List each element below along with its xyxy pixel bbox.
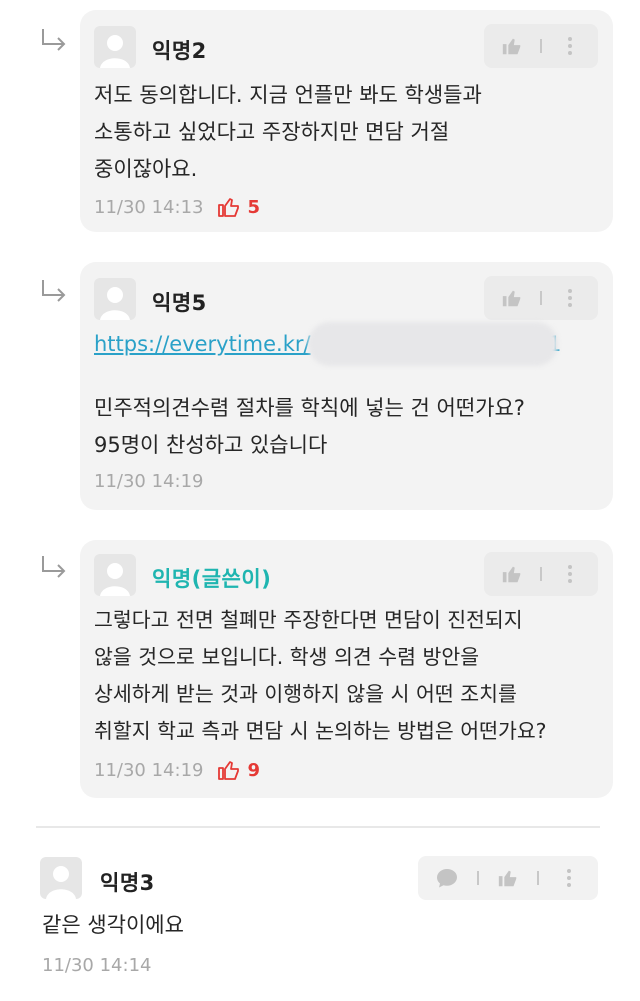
avatar xyxy=(94,26,136,68)
like-count-value: 9 xyxy=(247,759,260,781)
redaction-blur xyxy=(308,322,558,366)
actions-separator xyxy=(540,39,542,53)
comment-text: 그렇다고 전면 철폐만 주장한다면 면담이 진전되지 않을 것으로 보입니다. … xyxy=(94,608,547,743)
reply-arrow-icon xyxy=(42,556,66,578)
reply-arrow-icon xyxy=(42,280,66,302)
comment-author: 익명5 xyxy=(152,291,207,315)
more-vertical-icon[interactable] xyxy=(556,865,582,891)
thumbs-up-icon[interactable] xyxy=(499,33,525,59)
avatar xyxy=(40,857,82,899)
default-avatar-icon xyxy=(46,866,76,899)
comment-author: 익명2 xyxy=(152,39,207,63)
actions-separator xyxy=(540,567,542,581)
avatar xyxy=(94,278,136,320)
comment-timestamp: 11/30 14:14 xyxy=(42,955,152,976)
comment-link[interactable]: https://everytime.kr/ xyxy=(94,332,311,356)
comment-actions xyxy=(484,552,598,596)
comment-meta: 11/30 14:19 9 xyxy=(94,758,260,782)
comment-actions xyxy=(484,276,598,320)
comment-meta: 11/30 14:13 5 xyxy=(94,195,260,219)
actions-separator xyxy=(476,871,479,885)
more-vertical-icon[interactable] xyxy=(557,33,583,59)
comment-divider xyxy=(36,826,600,828)
comment-timestamp: 11/30 14:13 xyxy=(94,196,204,218)
actions-separator xyxy=(537,871,540,885)
comment-card: 익명5 https://everytime.kr/ 1 민주적의견수렴 절차를 … xyxy=(80,262,613,510)
default-avatar-icon xyxy=(100,287,130,320)
comment-actions xyxy=(418,856,598,900)
actions-separator xyxy=(540,291,542,305)
comment-meta: 11/30 14:19 xyxy=(94,471,203,492)
default-avatar-icon xyxy=(100,563,130,596)
like-count: 5 xyxy=(217,195,260,219)
thumbs-up-outline-icon xyxy=(218,198,240,217)
thumbs-up-icon[interactable] xyxy=(495,865,521,891)
comment-card: 익명2 저도 동의합니다. 지금 언플만 봐도 학생들과 소통하고 싶었다고 주… xyxy=(80,10,613,232)
like-count: 9 xyxy=(217,758,260,782)
comment-text: 같은 생각이에요 xyxy=(42,913,184,937)
comment-actions xyxy=(484,24,598,68)
comment-timestamp: 11/30 14:19 xyxy=(94,471,204,492)
avatar xyxy=(94,554,136,596)
thumbs-up-outline-icon xyxy=(218,761,240,780)
thumbs-up-icon[interactable] xyxy=(499,285,525,311)
comment-bubble-icon[interactable] xyxy=(434,865,460,891)
comment-card: 익명(글쓴이) 그렇다고 전면 철폐만 주장한다면 면담이 진전되지 않을 것으… xyxy=(80,540,613,798)
comment-text: 저도 동의합니다. 지금 언플만 봐도 학생들과 소통하고 싶었다고 주장하지만… xyxy=(94,83,482,181)
comment-timestamp: 11/30 14:19 xyxy=(94,759,204,781)
comment-author: 익명3 xyxy=(100,871,155,895)
reply-arrow-icon xyxy=(42,29,66,51)
thumbs-up-icon[interactable] xyxy=(499,561,525,587)
like-count-value: 5 xyxy=(247,196,260,218)
comment-text: 민주적의견수렴 절차를 학칙에 넣는 건 어떤가요? 95명이 찬성하고 있습니… xyxy=(94,396,525,457)
comment-meta: 11/30 14:14 xyxy=(42,955,151,976)
more-vertical-icon[interactable] xyxy=(557,285,583,311)
more-vertical-icon[interactable] xyxy=(557,561,583,587)
comment-author-op: 익명(글쓴이) xyxy=(152,567,272,591)
default-avatar-icon xyxy=(100,35,130,68)
